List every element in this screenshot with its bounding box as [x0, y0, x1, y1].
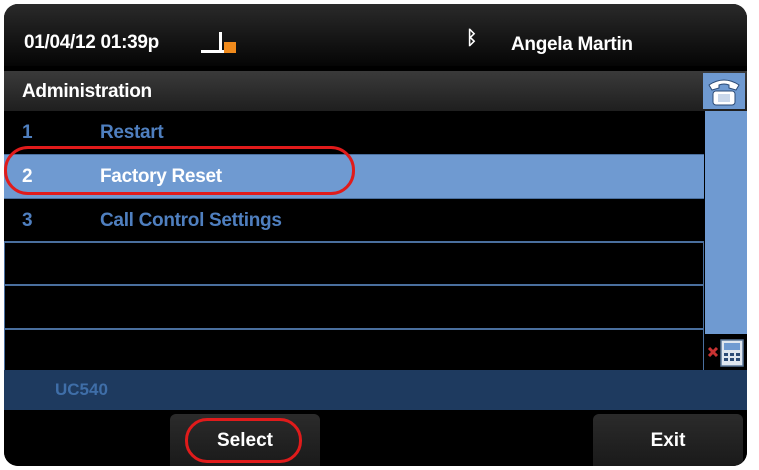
footer-bar: UC540 — [4, 370, 747, 410]
line-status-icon — [201, 32, 236, 53]
select-button-highlight — [185, 418, 302, 463]
scrollbar[interactable] — [705, 111, 747, 347]
menu-item-number: 3 — [22, 210, 33, 231]
menu-empty-row — [4, 241, 704, 285]
phone-screen: 01/04/12 01:39p ᛒ Angela Martin Administ… — [4, 4, 747, 466]
menu-item-label: Restart — [100, 122, 164, 143]
system-name: UC540 — [55, 380, 108, 399]
menu-item-call-control-settings[interactable]: 3 Call Control Settings — [4, 199, 704, 243]
exit-button[interactable]: Exit — [593, 414, 743, 466]
menu-item-number: 1 — [22, 122, 33, 143]
title-bar: Administration — [4, 71, 747, 111]
status-bar: 01/04/12 01:39p ᛒ Angela Martin — [4, 4, 747, 66]
menu-item-label: Call Control Settings — [100, 210, 282, 231]
softkey-bar: Select Exit — [4, 410, 747, 466]
call-forward-icon — [705, 334, 747, 370]
user-name: Angela Martin — [511, 34, 633, 55]
page-title: Administration — [22, 81, 152, 102]
date-time: 01/04/12 01:39p — [24, 32, 159, 53]
factory-reset-highlight — [4, 146, 355, 195]
menu-empty-row — [4, 329, 704, 373]
menu-empty-row — [4, 285, 704, 329]
bluetooth-icon: ᛒ — [466, 28, 478, 49]
phone-icon — [703, 73, 745, 109]
phone-display-frame: 01/04/12 01:39p ᛒ Angela Martin Administ… — [0, 0, 759, 470]
